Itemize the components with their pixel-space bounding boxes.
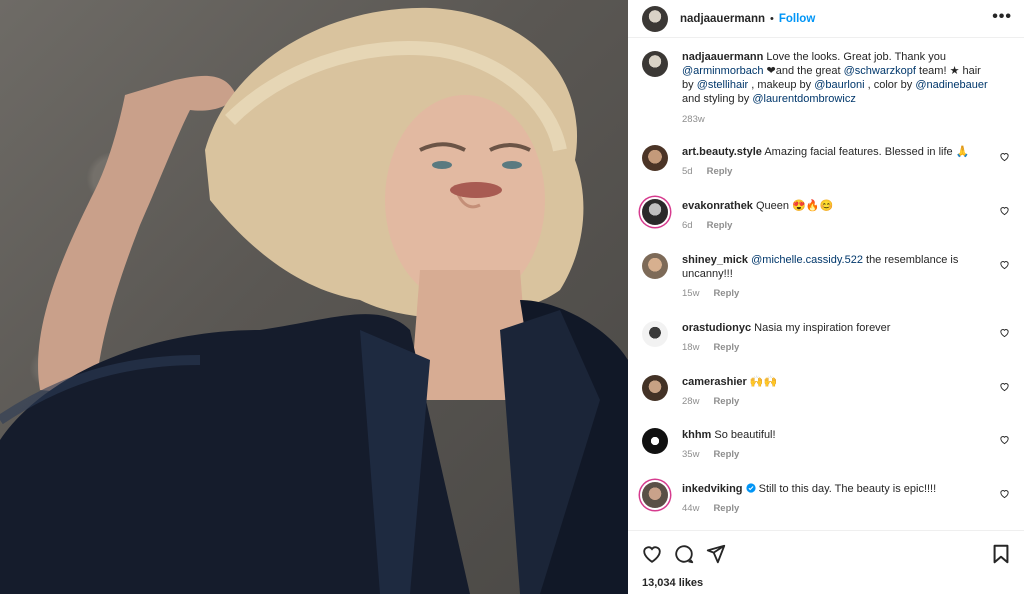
commenter-avatar[interactable]	[642, 199, 668, 225]
reply-button[interactable]: Reply	[707, 166, 733, 177]
mention-link[interactable]: @baurloni	[814, 79, 864, 91]
commenter-avatar[interactable]	[642, 375, 668, 401]
comment-item: shiney_mick @michelle.cassidy.522 the re…	[642, 253, 1016, 301]
comment-like-heart-icon[interactable]	[999, 205, 1010, 216]
reply-button[interactable]: Reply	[707, 220, 733, 231]
comment-like-heart-icon[interactable]	[999, 434, 1010, 445]
comment-body: evakonrathek Queen 😍🔥😊 6d Reply	[682, 199, 982, 233]
follow-button[interactable]: Follow	[779, 13, 815, 25]
post-caption: nadjaauermann Love the looks. Great job.…	[642, 50, 1012, 127]
comment-item: khhm So beautiful! 35w Reply	[642, 428, 1016, 462]
commenter-username[interactable]: evakonrathek	[682, 200, 753, 212]
commenter-username[interactable]: camerashier	[682, 376, 747, 388]
caption-body: nadjaauermann Love the looks. Great job.…	[682, 50, 992, 127]
post-actions-bar: 13,034 likes	[628, 530, 1024, 594]
mention-link[interactable]: @nadinebauer	[915, 79, 987, 91]
comment-body: inkedviking Still to this day. The beaut…	[682, 482, 982, 516]
caption-text: and styling by	[682, 93, 753, 105]
comment-meta: 18w Reply	[682, 341, 982, 355]
comment-item: orastudionyc Nasia my inspiration foreve…	[642, 321, 1016, 355]
comment-body: camerashier 🙌🙌 28w Reply	[682, 375, 982, 409]
comment-timestamp[interactable]: 5d	[682, 166, 693, 177]
portrait-illustration	[0, 7, 628, 594]
caption-avatar[interactable]	[642, 51, 668, 77]
comment-like-heart-icon[interactable]	[999, 488, 1010, 499]
separator-dot: •	[770, 12, 774, 25]
comment-like-heart-icon[interactable]	[999, 381, 1010, 392]
post-detail-panel: nadjaauermann • Follow ••• nadjaauermann…	[628, 0, 1024, 594]
comment-icon[interactable]	[673, 543, 695, 565]
commenter-username[interactable]: inkedviking	[682, 483, 743, 495]
comment-body: art.beauty.style Amazing facial features…	[682, 145, 982, 179]
likes-count[interactable]: 13,034 likes	[642, 577, 703, 589]
comment-text: Queen 😍🔥😊	[752, 200, 834, 212]
commenter-username[interactable]: art.beauty.style	[682, 146, 762, 158]
comment-meta: 15w Reply	[682, 287, 982, 301]
comment-item: evakonrathek Queen 😍🔥😊 6d Reply	[642, 199, 1016, 233]
comment-item: inkedviking Still to this day. The beaut…	[642, 482, 1016, 516]
comment-like-heart-icon[interactable]	[999, 151, 1010, 162]
comment-meta: 44w Reply	[682, 502, 982, 516]
reply-button[interactable]: Reply	[713, 342, 739, 353]
reply-button[interactable]: Reply	[713, 288, 739, 299]
commenter-avatar[interactable]	[642, 428, 668, 454]
commenter-username[interactable]: khhm	[682, 429, 711, 441]
author-username[interactable]: nadjaauermann	[680, 13, 765, 25]
commenter-avatar[interactable]	[642, 321, 668, 347]
mention-link[interactable]: @stellihair	[697, 79, 749, 91]
author-avatar[interactable]	[642, 5, 668, 32]
bookmark-icon[interactable]	[990, 543, 1012, 565]
comment-body: orastudionyc Nasia my inspiration foreve…	[682, 321, 982, 355]
comment-body: shiney_mick @michelle.cassidy.522 the re…	[682, 253, 982, 301]
mention-link[interactable]: @schwarzkopf	[844, 65, 916, 77]
caption-text: Love the looks. Great job. Thank you	[763, 51, 946, 63]
reply-button[interactable]: Reply	[713, 396, 739, 407]
comments-list[interactable]: nadjaauermann Love the looks. Great job.…	[628, 38, 1024, 530]
comment-meta: 35w Reply	[682, 448, 982, 462]
comment-timestamp[interactable]: 28w	[682, 396, 699, 407]
more-options-icon[interactable]: •••	[992, 8, 1012, 26]
caption-text: , makeup by	[748, 79, 815, 91]
comment-timestamp[interactable]: 35w	[682, 449, 699, 460]
mention-link[interactable]: @michelle.cassidy.522	[751, 254, 863, 266]
reply-button[interactable]: Reply	[713, 503, 739, 514]
commenter-avatar[interactable]	[642, 145, 668, 171]
comment-timestamp[interactable]: 15w	[682, 288, 699, 299]
caption-username[interactable]: nadjaauermann	[682, 51, 763, 63]
commenter-username[interactable]: orastudionyc	[682, 322, 751, 334]
comment-text: 🙌🙌	[746, 376, 778, 388]
comment-text: Nasia my inspiration forever	[751, 322, 891, 334]
comment-meta: 5d Reply	[682, 165, 982, 179]
comment-text: Amazing facial features. Blessed in life…	[761, 146, 970, 158]
comment-meta: 6d Reply	[682, 219, 982, 233]
comment-item: camerashier 🙌🙌 28w Reply	[642, 375, 1016, 409]
caption-text: ❤and the great	[763, 65, 844, 77]
caption-timestamp[interactable]: 283w	[682, 113, 992, 127]
post-photo[interactable]	[0, 0, 628, 594]
comment-like-heart-icon[interactable]	[999, 259, 1010, 270]
post-header: nadjaauermann • Follow •••	[628, 0, 1024, 38]
commenter-avatar[interactable]	[642, 253, 668, 279]
comment-item: art.beauty.style Amazing facial features…	[642, 145, 1016, 179]
caption-text: , color by	[864, 79, 916, 91]
comment-text: Still to this day. The beauty is epic!!!…	[755, 483, 937, 495]
comment-meta: 28w Reply	[682, 395, 982, 409]
comment-timestamp[interactable]: 6d	[682, 220, 693, 231]
verified-badge-icon	[746, 483, 756, 493]
comment-body: khhm So beautiful! 35w Reply	[682, 428, 982, 462]
reply-button[interactable]: Reply	[713, 449, 739, 460]
comment-timestamp[interactable]: 18w	[682, 342, 699, 353]
mention-link[interactable]: @laurentdombrowicz	[752, 93, 856, 105]
commenter-username[interactable]: shiney_mick	[682, 254, 748, 266]
comment-timestamp[interactable]: 44w	[682, 503, 699, 514]
mention-link[interactable]: @arminmorbach	[682, 65, 763, 77]
commenter-avatar[interactable]	[642, 482, 668, 508]
heart-icon[interactable]	[641, 543, 663, 565]
share-icon[interactable]	[705, 543, 727, 565]
comment-like-heart-icon[interactable]	[999, 327, 1010, 338]
comment-text: So beautiful!	[711, 429, 776, 441]
